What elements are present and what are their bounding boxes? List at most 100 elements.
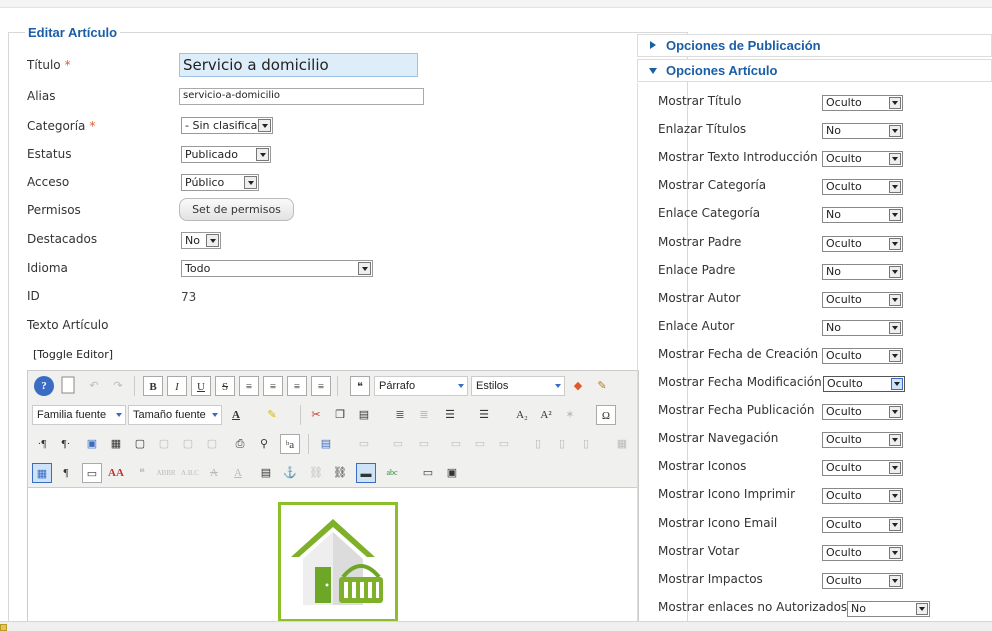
status-select[interactable]: Publicado: [181, 146, 271, 163]
option-select[interactable]: Oculto: [822, 488, 903, 504]
language-select[interactable]: Todo: [181, 260, 373, 277]
spellcheck-icon[interactable]: abc: [382, 463, 402, 483]
option-select[interactable]: Oculto: [822, 179, 903, 195]
option-select[interactable]: Oculto: [822, 348, 903, 364]
featured-select[interactable]: No: [181, 232, 221, 249]
option-select[interactable]: Oculto: [822, 460, 903, 476]
font-family-select[interactable]: Familia fuente: [32, 405, 126, 425]
paste-text-icon[interactable]: ▢: [202, 434, 222, 454]
template-icon[interactable]: ▢: [154, 434, 174, 454]
image-manager-icon[interactable]: ▬: [356, 463, 376, 483]
highlight-color-icon[interactable]: ✎: [262, 405, 282, 425]
option-select[interactable]: Oculto: [822, 95, 903, 111]
option-select[interactable]: Oculto: [822, 236, 903, 252]
unlink-icon[interactable]: ⛓: [306, 463, 326, 483]
style-props-icon[interactable]: AA: [106, 463, 126, 483]
cite-icon[interactable]: ❝: [132, 463, 152, 483]
help-icon[interactable]: ?: [34, 376, 54, 396]
merge-cells-icon[interactable]: ▦: [612, 434, 632, 454]
horizontal-rule-icon[interactable]: ▭: [418, 463, 438, 483]
delete-row-icon-2[interactable]: ▭: [494, 434, 514, 454]
anchor-icon[interactable]: ⚓: [280, 463, 300, 483]
search-icon[interactable]: ⚲: [254, 434, 274, 454]
undo-icon[interactable]: ↶: [84, 376, 104, 396]
superscript-icon[interactable]: A²: [536, 405, 556, 425]
set-permissions-button[interactable]: Set de permisos: [179, 198, 294, 221]
option-select[interactable]: No: [847, 601, 930, 617]
indent-icon[interactable]: ≣: [414, 405, 434, 425]
option-select[interactable]: Oculto: [822, 292, 903, 308]
option-select[interactable]: Oculto: [822, 432, 903, 448]
alias-input[interactable]: servicio-a-domicilio: [179, 88, 424, 105]
insert-row-before-icon[interactable]: ▭: [414, 434, 434, 454]
show-blocks-icon[interactable]: ¶: [56, 463, 76, 483]
eraser-icon[interactable]: ◆: [568, 376, 588, 396]
paste-icon[interactable]: ▤: [354, 405, 374, 425]
underline-button[interactable]: U: [191, 376, 211, 396]
link-icon[interactable]: ⛓: [330, 463, 350, 483]
del-icon[interactable]: A: [204, 463, 224, 483]
strikethrough-button[interactable]: S: [215, 376, 235, 396]
delete-col-icon[interactable]: ▯: [576, 434, 596, 454]
option-select[interactable]: Oculto: [822, 573, 903, 589]
option-select[interactable]: Oculto: [822, 517, 903, 533]
outdent-icon[interactable]: ≣: [390, 405, 410, 425]
blockquote-icon[interactable]: ❝: [350, 376, 370, 396]
publication-options-header[interactable]: Opciones de Publicación: [637, 34, 992, 57]
ins-icon[interactable]: A: [228, 463, 248, 483]
media-icon[interactable]: ▢: [130, 434, 150, 454]
redo-icon[interactable]: ↷: [108, 376, 128, 396]
row-props-icon[interactable]: ▭: [354, 434, 374, 454]
fullscreen-icon[interactable]: ▣: [82, 434, 102, 454]
delete-row-icon[interactable]: ▭: [470, 434, 490, 454]
new-document-icon[interactable]: [58, 376, 78, 396]
option-select[interactable]: Oculto: [823, 376, 905, 392]
abbr-icon[interactable]: ABBR: [156, 463, 176, 483]
editor-content-area[interactable]: [28, 487, 638, 622]
omega-icon[interactable]: Ω: [596, 405, 616, 425]
option-select[interactable]: Oculto: [822, 404, 903, 420]
access-select[interactable]: Público: [181, 174, 259, 191]
text-color-icon[interactable]: A: [226, 405, 246, 425]
styles-select[interactable]: Estilos: [471, 376, 565, 396]
table-icon[interactable]: ▤: [316, 434, 336, 454]
acronym-icon[interactable]: A.B.C: [180, 463, 200, 483]
align-center-icon[interactable]: ≡: [263, 376, 283, 396]
option-select[interactable]: No: [822, 207, 903, 223]
toggle-editor-link[interactable]: [Toggle Editor]: [33, 348, 113, 361]
option-select[interactable]: Oculto: [822, 545, 903, 561]
italic-button[interactable]: I: [167, 376, 187, 396]
ltr-icon[interactable]: ·¶: [32, 434, 52, 454]
insert-image-icon[interactable]: ▦: [106, 434, 126, 454]
cell-props-icon[interactable]: ▭: [388, 434, 408, 454]
special-char-icon[interactable]: ✶: [560, 405, 580, 425]
bold-button[interactable]: B: [143, 376, 163, 396]
nonbreaking-icon[interactable]: ▭: [82, 463, 102, 483]
print-icon[interactable]: ⎙: [230, 434, 250, 454]
option-select[interactable]: No: [822, 264, 903, 280]
align-right-icon[interactable]: ≡: [311, 376, 331, 396]
rtl-icon[interactable]: ¶·: [56, 434, 76, 454]
option-select[interactable]: No: [822, 320, 903, 336]
category-select[interactable]: - Sin clasificar: [181, 117, 273, 134]
cut-icon[interactable]: ✂: [306, 405, 326, 425]
unordered-list-icon[interactable]: ☰: [474, 405, 494, 425]
align-justify-icon[interactable]: ≡: [239, 376, 259, 396]
cleanup-broom-icon[interactable]: ✎: [592, 376, 612, 396]
attributes-icon[interactable]: ▤: [256, 463, 276, 483]
insert-col-after-icon[interactable]: ▯: [552, 434, 572, 454]
format-select[interactable]: Párrafo: [374, 376, 468, 396]
edit-css-icon[interactable]: ▢: [178, 434, 198, 454]
font-size-select[interactable]: Tamaño fuente: [128, 405, 222, 425]
insert-col-before-icon[interactable]: ▯: [528, 434, 548, 454]
title-input[interactable]: Servicio a domicilio: [179, 53, 418, 77]
option-select[interactable]: No: [822, 123, 903, 139]
replace-icon[interactable]: ᵇa: [280, 434, 300, 454]
subscript-icon[interactable]: A₂: [512, 405, 532, 425]
pagebreak-icon[interactable]: ▣: [442, 463, 462, 483]
align-left-icon[interactable]: ≡: [287, 376, 307, 396]
ordered-list-icon[interactable]: ☰: [440, 405, 460, 425]
visual-aid-icon[interactable]: ▦: [32, 463, 52, 483]
option-select[interactable]: Oculto: [822, 151, 903, 167]
article-options-header[interactable]: Opciones Artículo: [637, 59, 992, 82]
